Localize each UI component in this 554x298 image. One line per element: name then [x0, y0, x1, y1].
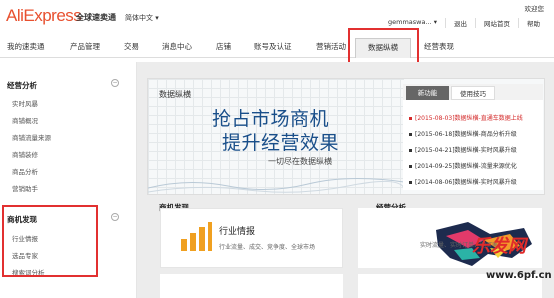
aliexpress-logo[interactable]: AliExpress — [6, 6, 82, 26]
tab-new-features[interactable]: 新功能 — [406, 86, 449, 100]
bullet-icon — [409, 133, 412, 136]
bullet-icon — [409, 117, 412, 120]
account-dropdown[interactable]: gemmaswa... ▾ — [380, 18, 445, 28]
nav-message-center[interactable]: 消息中心 — [162, 38, 192, 58]
sidebar-item-traffic-source[interactable]: 商铺流量来源 — [12, 132, 51, 142]
banner-wave-graphic — [148, 177, 404, 193]
sidebar-highlight-box — [2, 205, 98, 277]
sidebar-item-store-decoration[interactable]: 商铺装修 — [12, 149, 38, 159]
industry-intel-title: 行业情报 — [219, 227, 256, 237]
news-tabs: 新功能 使用技巧 — [403, 84, 543, 100]
bullet-icon — [409, 181, 412, 184]
sidebar-section-operation-title: 经营分析 — [7, 81, 37, 90]
bar-chart-icon — [181, 222, 212, 251]
top-bar: AliExpress 全球速卖通 简体中文 ▾ 欢迎您 gemmaswa... … — [0, 0, 554, 38]
watermark-url: www.6pf.cn — [486, 270, 552, 281]
nav-highlight-box — [348, 28, 419, 66]
bullet-icon — [409, 165, 412, 168]
collapse-icon[interactable]: − — [111, 79, 119, 87]
industry-intel-card[interactable] — [160, 208, 343, 268]
news-item-text: [2015-08-03]数据纵横-直通车数据上线 — [415, 115, 523, 122]
news-item[interactable]: [2014-08-06]数据纵横-实时风暴升级 — [409, 177, 543, 186]
news-item-text: [2014-09-25]数据纵横-流量来源优化 — [415, 163, 517, 170]
tab-usage-tips[interactable]: 使用技巧 — [451, 86, 495, 100]
sidebar-item-realtime[interactable]: 实时风暴 — [12, 98, 38, 108]
nav-performance[interactable]: 经营表现 — [424, 38, 454, 58]
welcome-text: 欢迎您 — [524, 5, 545, 13]
banner-tagline: 一切尽在数据纵横 — [268, 157, 332, 166]
news-item[interactable]: [2015-06-18]数据纵横-商品分析升级 — [409, 129, 543, 138]
news-item[interactable]: [2014-09-25]数据纵横-流量来源优化 — [409, 161, 543, 170]
logout-link[interactable]: 退出 — [445, 18, 475, 28]
language-selector[interactable]: 简体中文 ▾ — [125, 13, 159, 23]
news-item[interactable]: [2015-04-21]数据纵横-实时风暴升级 — [409, 145, 543, 154]
bullet-icon — [409, 149, 412, 152]
banner-headline-1: 抢占市场商机 — [212, 108, 330, 130]
card-placeholder — [160, 274, 343, 298]
logo-subtitle: 全球速卖通 — [76, 13, 116, 22]
help-link[interactable]: 帮助 — [518, 18, 548, 28]
nav-marketing[interactable]: 营销活动 — [316, 38, 346, 58]
banner-headline-2: 提升经营效果 — [222, 132, 340, 154]
nav-store[interactable]: 店铺 — [216, 38, 231, 58]
sidebar-item-product-analysis[interactable]: 商品分析 — [12, 166, 38, 176]
nav-account-verification[interactable]: 账号及认证 — [254, 38, 292, 58]
sidebar-item-store-overview[interactable]: 商铺概况 — [12, 115, 38, 125]
sidebar-item-marketing-assistant[interactable]: 营销助手 — [12, 183, 38, 193]
watermark-text: 乐发网 — [472, 236, 526, 257]
collapse-icon[interactable]: − — [111, 213, 119, 221]
header-links: gemmaswa... ▾ 退出 网站首页 帮助 — [380, 18, 548, 28]
nav-transactions[interactable]: 交易 — [124, 38, 139, 58]
banner-label: 数据纵横 — [159, 90, 191, 99]
industry-intel-subtitle: 行业流量、成交、竞争度、全球市场 — [219, 244, 316, 251]
news-panel: 新功能 使用技巧 [2015-08-03]数据纵横-直通车数据上线 [2015-… — [403, 84, 543, 190]
news-item-text: [2015-04-21]数据纵横-实时风暴升级 — [415, 147, 517, 154]
nav-my-aliexpress[interactable]: 我的速卖通 — [7, 38, 45, 58]
news-item-text: [2015-06-18]数据纵横-商品分析升级 — [415, 131, 517, 138]
news-item-text: [2014-08-06]数据纵横-实时风暴升级 — [415, 179, 517, 186]
nav-product-management[interactable]: 产品管理 — [70, 38, 100, 58]
site-home-link[interactable]: 网站首页 — [475, 18, 518, 28]
news-item[interactable]: [2015-08-03]数据纵横-直通车数据上线 — [409, 113, 543, 122]
main-nav: 我的速卖通 产品管理 交易 消息中心 店铺 账号及认证 营销活动 数据纵横 经营… — [0, 38, 554, 58]
